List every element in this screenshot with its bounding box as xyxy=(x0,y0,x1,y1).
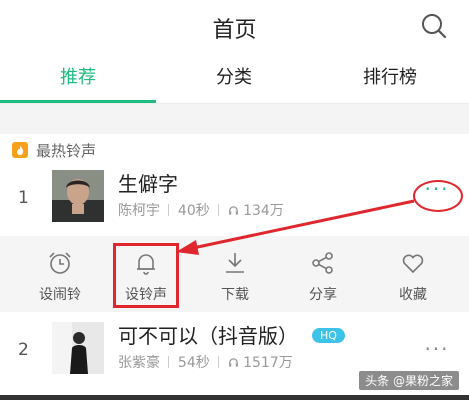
watermark: 头条 @果粉之家 xyxy=(359,371,459,390)
annotation-arrow xyxy=(176,199,415,255)
